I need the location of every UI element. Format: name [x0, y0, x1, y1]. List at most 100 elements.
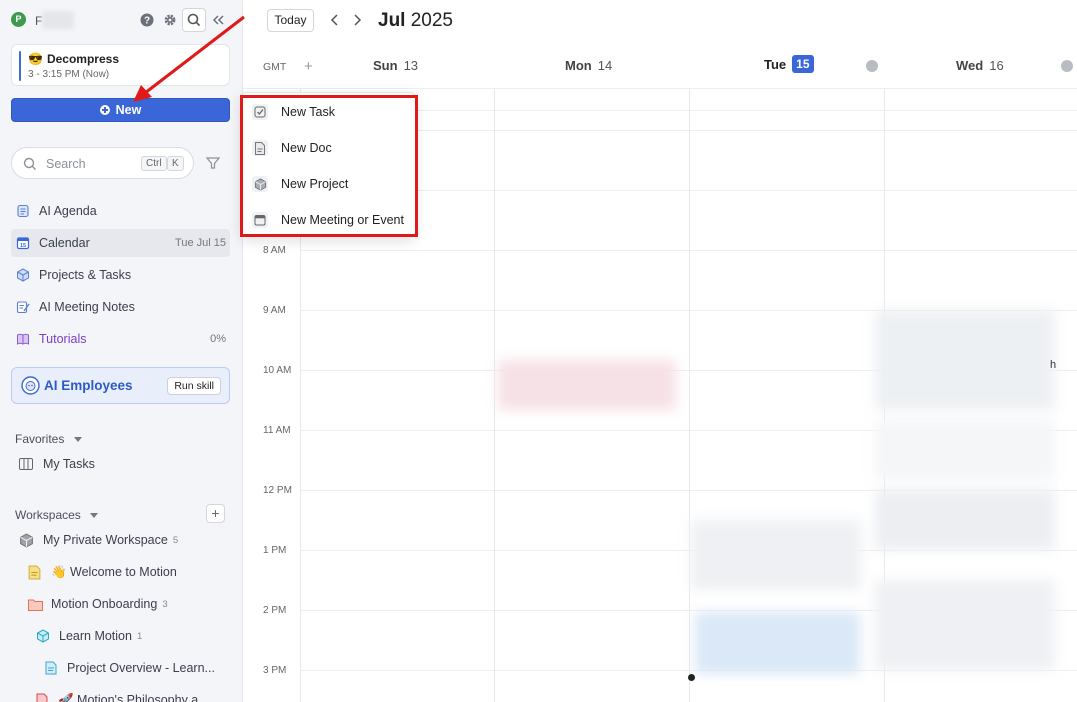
- doc-icon: [45, 661, 57, 675]
- day-header-sun[interactable]: Sun 13: [373, 58, 418, 73]
- blurred-event-wednesday-4[interactable]: [875, 580, 1055, 670]
- sidebar-item-ai-meeting-notes[interactable]: AI Meeting Notes: [11, 293, 230, 321]
- workspaces-header[interactable]: Workspaces: [15, 508, 99, 522]
- day-name: Mon: [565, 58, 592, 73]
- column-divider: [689, 89, 690, 702]
- project-item-learn-motion[interactable]: Learn Motion 1: [36, 625, 142, 647]
- time-label-3pm: 3 PM: [263, 665, 287, 676]
- doc-item-welcome[interactable]: 👋 Welcome to Motion: [28, 561, 177, 583]
- folder-item-onboarding[interactable]: Motion Onboarding 3: [28, 593, 168, 615]
- favorites-header[interactable]: Favorites: [15, 432, 82, 446]
- document-stack-icon: [17, 204, 29, 218]
- shortcut-key-ctrl: Ctrl: [141, 156, 167, 171]
- search-icon: [23, 157, 36, 170]
- favorite-item-label: My Tasks: [43, 457, 95, 471]
- sidebar-item-tutorials[interactable]: Tutorials 0%: [11, 325, 230, 353]
- tutorials-progress: 0%: [210, 333, 226, 345]
- cube-icon: [17, 268, 29, 282]
- today-date-badge: 15: [792, 55, 814, 73]
- caret-down-icon: [90, 513, 99, 518]
- help-icon[interactable]: ?: [138, 11, 156, 29]
- timezone-label[interactable]: GMT: [263, 61, 286, 73]
- workspace-item-private[interactable]: My Private Workspace 5: [19, 529, 178, 551]
- sidebar-item-label: Projects & Tasks: [39, 268, 132, 282]
- sidebar-item-label: AI Agenda: [39, 204, 97, 218]
- sunglasses-emoji-icon: 😎: [28, 52, 43, 66]
- day-header-wed[interactable]: Wed 16: [956, 58, 1004, 73]
- new-button[interactable]: New: [11, 98, 230, 122]
- ai-employees-card[interactable]: AI Employees Run skill: [11, 367, 230, 404]
- plus-circle-icon: [99, 105, 110, 115]
- clock-icon[interactable]: [866, 60, 878, 72]
- day-name: Tue: [764, 56, 787, 72]
- day-number: 13: [403, 58, 419, 73]
- calendar-icon: 15: [16, 237, 30, 250]
- time-label-9am: 9 AM: [263, 305, 286, 316]
- blurred-event-monday[interactable]: [498, 360, 676, 410]
- time-label-8am: 8 AM: [263, 245, 286, 256]
- settings-gear-icon[interactable]: [161, 11, 179, 29]
- cube-icon: [37, 629, 49, 643]
- menu-item-new-meeting[interactable]: New Meeting or Event: [241, 203, 417, 237]
- menu-item-new-task[interactable]: New Task: [241, 95, 417, 129]
- blurred-event-wednesday-2[interactable]: [875, 420, 1055, 480]
- sidebar-item-ai-agenda[interactable]: AI Agenda: [11, 197, 230, 225]
- favorite-item-my-tasks[interactable]: My Tasks: [19, 453, 95, 475]
- header-divider: [243, 88, 1077, 89]
- day-header-mon[interactable]: Mon 14: [565, 58, 612, 73]
- folder-item-label: Motion Onboarding: [51, 597, 158, 611]
- task-check-icon: [252, 104, 268, 120]
- blurred-event-wednesday-3[interactable]: [875, 490, 1055, 550]
- workspace-avatar[interactable]: P: [11, 12, 26, 27]
- sidebar-item-projects-tasks[interactable]: Projects & Tasks: [11, 261, 230, 289]
- shortcut-key-k: K: [167, 156, 184, 171]
- ai-employees-label: AI Employees: [44, 378, 133, 393]
- blurred-event-tuesday-2[interactable]: [695, 612, 860, 674]
- sidebar-item-calendar[interactable]: 15 Calendar Tue Jul 15: [11, 229, 230, 257]
- current-event-title-row: 😎 Decompress: [28, 52, 119, 66]
- ai-employee-avatar-icon: [21, 376, 40, 395]
- filter-icon[interactable]: [205, 156, 221, 173]
- day-number: 16: [989, 58, 1004, 73]
- folder-item-count: 3: [162, 598, 168, 610]
- blurred-event-wednesday[interactable]: [875, 310, 1055, 410]
- menu-item-label: New Project: [281, 177, 349, 191]
- doc-item-project-overview[interactable]: Project Overview - Learn...: [45, 657, 215, 679]
- day-number: 14: [597, 58, 613, 73]
- clock-icon[interactable]: [1061, 60, 1073, 72]
- project-item-count: 1: [136, 630, 143, 642]
- book-icon: [17, 333, 29, 345]
- day-header-tue[interactable]: Tue 15: [764, 55, 814, 73]
- column-divider: [494, 89, 495, 702]
- time-label-2pm: 2 PM: [263, 605, 287, 616]
- menu-item-label: New Doc: [281, 141, 332, 155]
- collapse-sidebar-icon[interactable]: [209, 11, 227, 29]
- month-label: Jul: [378, 10, 406, 31]
- day-name: Sun: [373, 58, 398, 73]
- add-workspace-button[interactable]: +: [206, 504, 225, 523]
- current-event-time: 3 - 3:15 PM (Now): [28, 69, 110, 80]
- doc-item-philosophy[interactable]: 🚀 Motion's Philosophy a...: [36, 689, 209, 702]
- day-name: Wed: [956, 58, 984, 73]
- current-event-card[interactable]: 😎 Decompress 3 - 3:15 PM (Now): [11, 44, 230, 86]
- chevron-left-icon[interactable]: [330, 13, 340, 27]
- board-columns-icon: [19, 458, 33, 470]
- favorites-heading: Favorites: [15, 432, 65, 446]
- menu-item-new-doc[interactable]: New Doc: [241, 131, 417, 165]
- search-input[interactable]: Search Ctrl K: [11, 147, 194, 179]
- menu-item-new-project[interactable]: New Project: [241, 167, 417, 201]
- add-timezone-icon[interactable]: +: [304, 58, 313, 75]
- today-button[interactable]: Today: [267, 9, 314, 32]
- svg-text:?: ?: [144, 16, 150, 27]
- doc-item-label: Project Overview - Learn...: [67, 661, 215, 675]
- partial-event-text: h: [1050, 359, 1057, 371]
- time-label-1pm: 1 PM: [263, 545, 287, 556]
- doc-item-label: 🚀 Motion's Philosophy a...: [58, 692, 209, 702]
- run-skill-button[interactable]: Run skill: [167, 377, 221, 395]
- search-icon: [187, 13, 201, 27]
- doc-icon: [252, 140, 268, 156]
- blurred-event-tuesday[interactable]: [691, 520, 861, 590]
- chevron-right-icon[interactable]: [352, 13, 362, 27]
- current-time-indicator: [688, 674, 695, 681]
- search-toggle-button[interactable]: [182, 8, 206, 32]
